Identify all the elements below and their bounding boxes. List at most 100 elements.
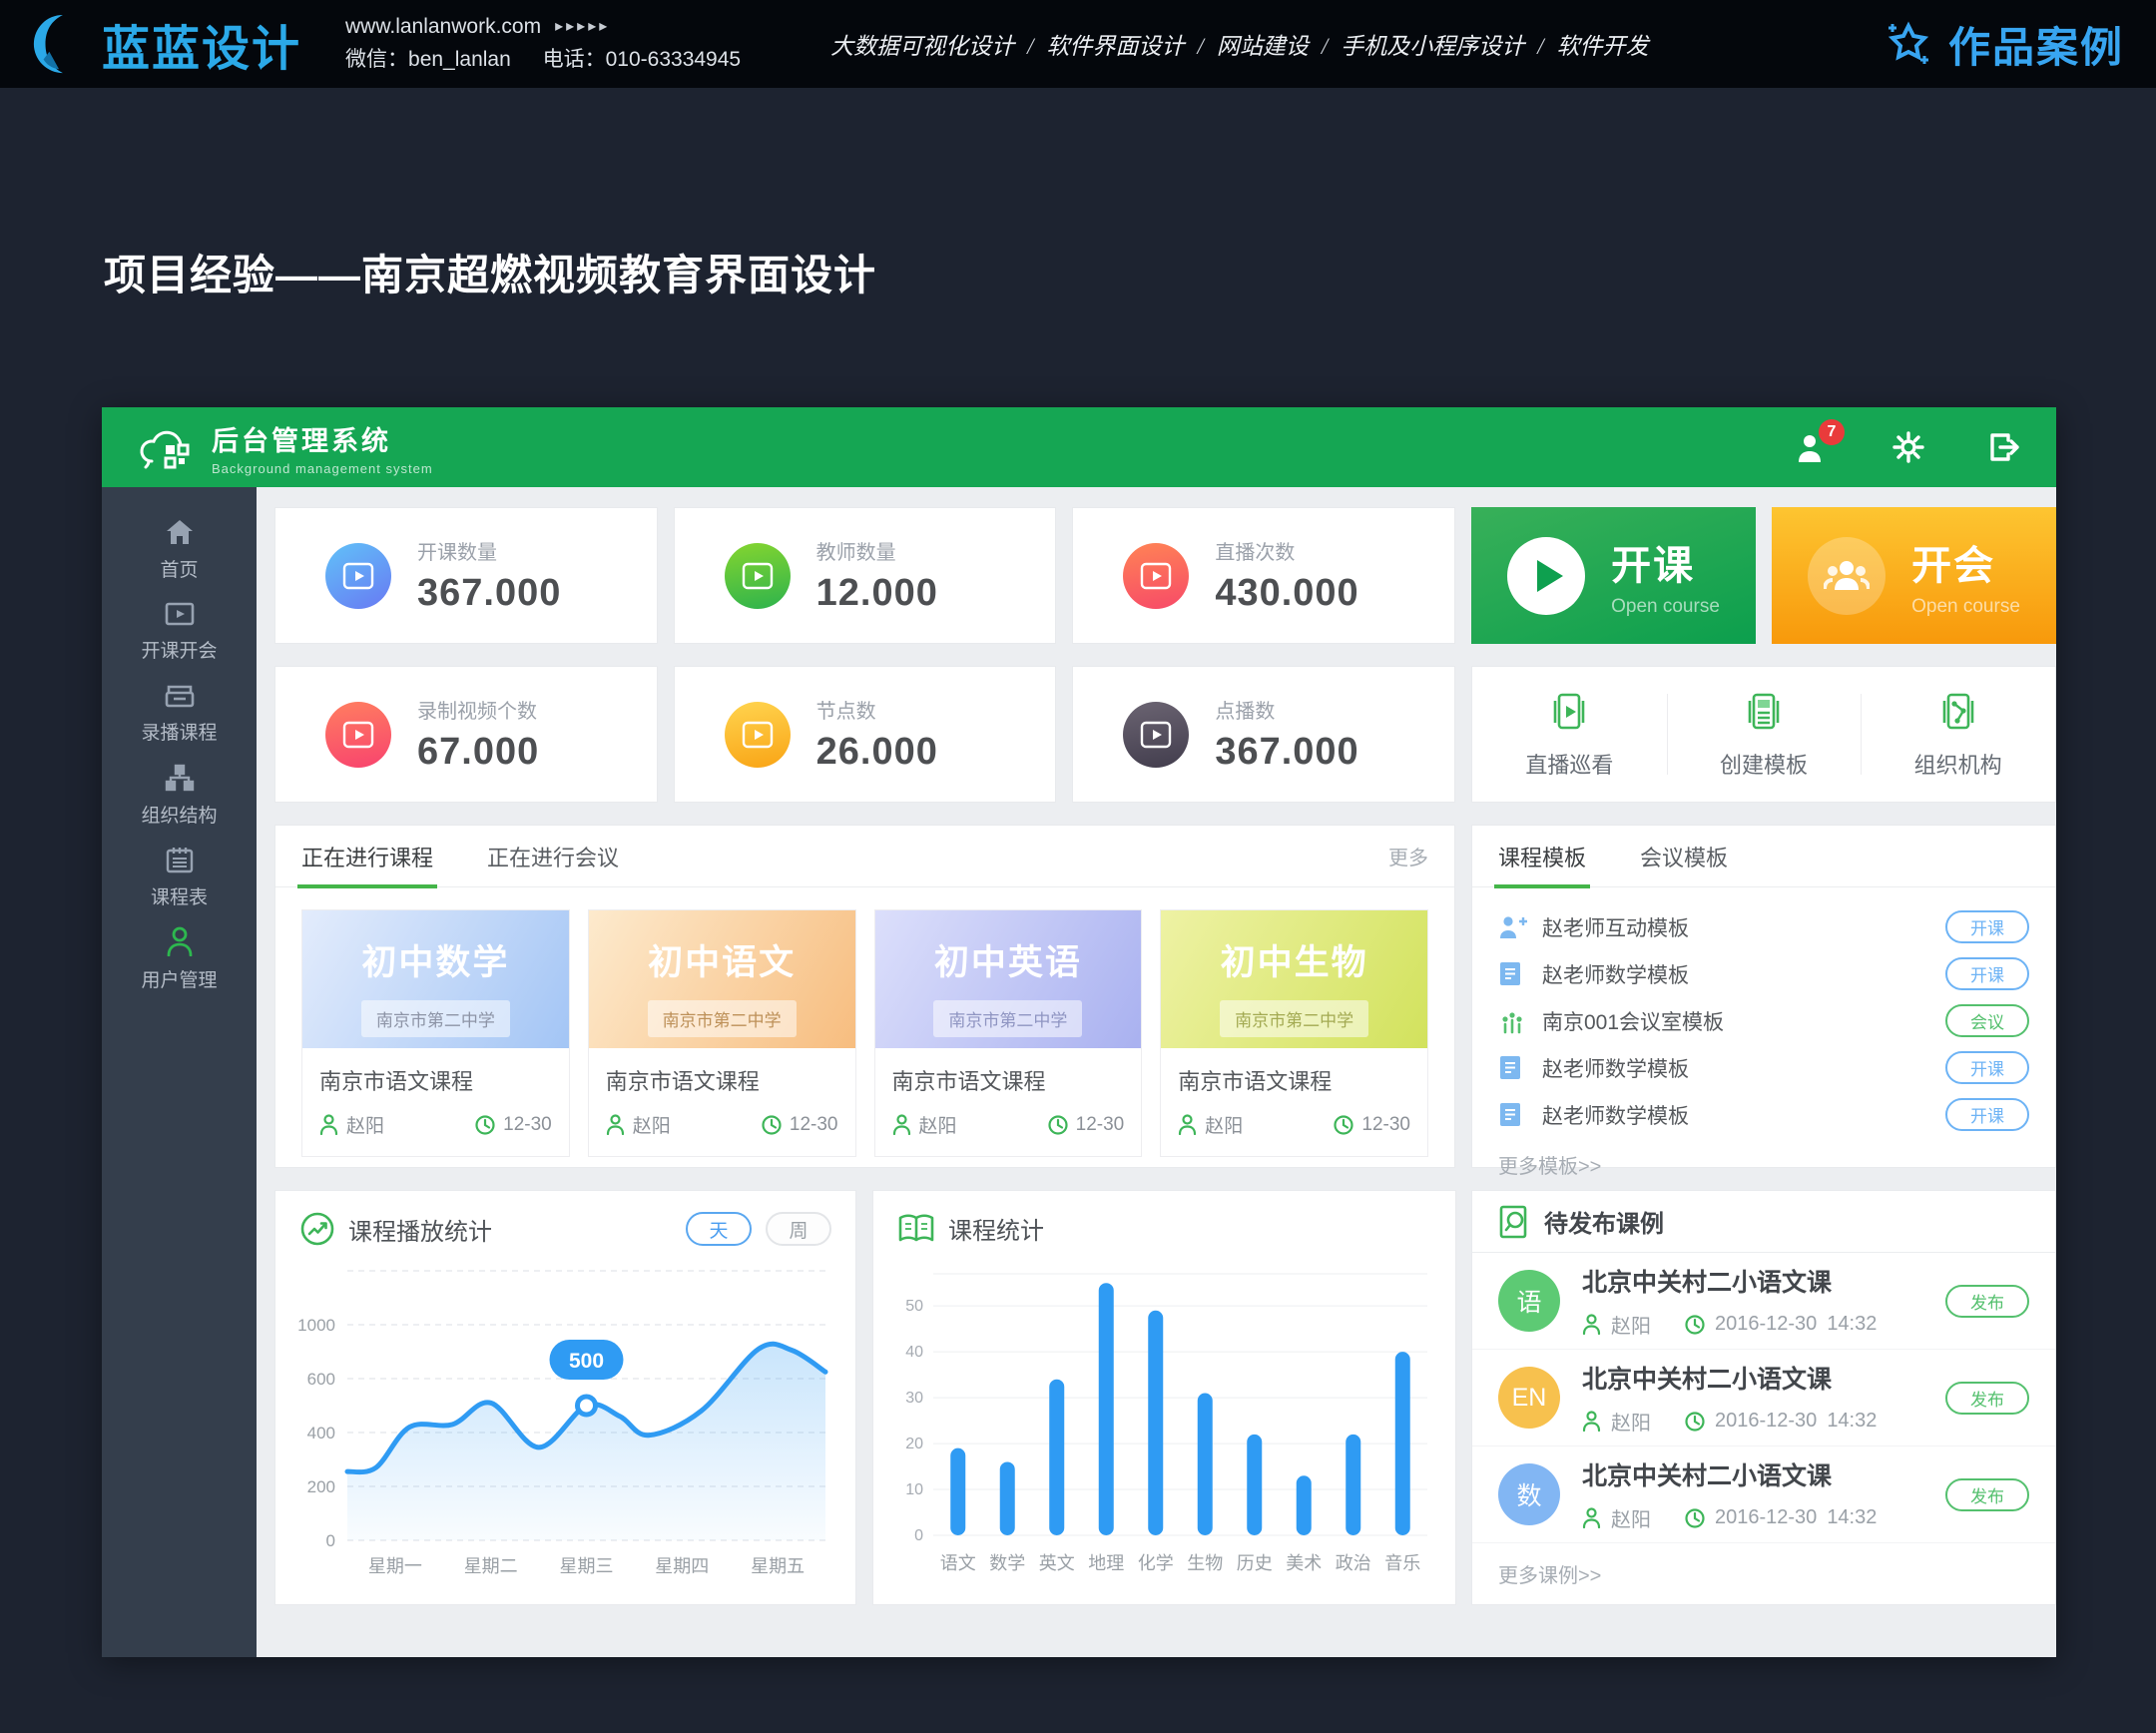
pending-doc-icon bbox=[1498, 1205, 1530, 1239]
course-card-biology[interactable]: 初中生物 南京市第二中学 南京市语文课程 赵阳 12-30 bbox=[1160, 909, 1428, 1157]
site-info: www.lanlanwork.com ▸▸▸▸▸ 微信：ben_lanlan 电… bbox=[345, 11, 767, 76]
stat-value: 367.000 bbox=[1215, 731, 1358, 774]
sidebar-item-org-structure[interactable]: 组织结构 bbox=[102, 755, 257, 837]
wechat-id: 微信：ben_lanlan bbox=[345, 48, 511, 71]
person-icon bbox=[606, 1114, 625, 1135]
create-template-link[interactable]: 创建模板 bbox=[1667, 667, 1862, 802]
stat-label: 点播数 bbox=[1215, 695, 1358, 724]
stat-card-open-courses: 开课数量 367.000 bbox=[274, 507, 658, 644]
course-time: 12-30 bbox=[503, 1114, 552, 1136]
tab-meeting-templates[interactable]: 会议模板 bbox=[1640, 826, 1728, 887]
svg-text:数学: 数学 bbox=[989, 1553, 1025, 1573]
publish-pill[interactable]: 发布 bbox=[1945, 1285, 2029, 1318]
stat-label: 录制视频个数 bbox=[417, 695, 539, 724]
sidebar: 首页 开课开会 录播课程 组织结构 bbox=[102, 487, 257, 1657]
person-icon bbox=[319, 1114, 338, 1135]
start-course-pill[interactable]: 开课 bbox=[1945, 1051, 2029, 1084]
sidebar-item-schedule[interactable]: 课程表 bbox=[102, 837, 257, 918]
course-school-badge: 南京市第二中学 bbox=[1220, 1000, 1368, 1037]
open-meeting-button[interactable]: 开会 Open course bbox=[1772, 507, 2056, 644]
play-stats-card: 课程播放统计 天 周 02004006001000星期一星期二星期三星期四星期五… bbox=[274, 1190, 856, 1605]
play-blob-icon bbox=[1507, 537, 1585, 615]
video-play-icon bbox=[725, 543, 791, 609]
courses-more-link[interactable]: 更多 bbox=[1388, 842, 1428, 870]
doc-template-icon bbox=[1498, 1054, 1532, 1081]
svg-text:地理: 地理 bbox=[1088, 1553, 1124, 1573]
bar-chart-title: 课程统计 bbox=[948, 1211, 1044, 1246]
templates-panel: 课程模板 会议模板 赵老师互动模板 开课 bbox=[1471, 825, 2056, 1168]
person-icon bbox=[1178, 1114, 1197, 1135]
video-play-icon bbox=[325, 702, 391, 768]
logout-icon[interactable] bbox=[1988, 431, 2020, 463]
service-item: 软件界面设计 bbox=[1046, 34, 1184, 59]
charts-row: 课程播放统计 天 周 02004006001000星期一星期二星期三星期四星期五… bbox=[274, 1190, 1455, 1605]
more-templates-link[interactable]: 更多模板>> bbox=[1498, 1150, 2029, 1179]
person-icon bbox=[1582, 1411, 1601, 1432]
portfolio-link[interactable]: 作品案例 bbox=[1883, 14, 2124, 75]
stat-value: 367.000 bbox=[417, 572, 561, 615]
svg-text:1000: 1000 bbox=[297, 1316, 335, 1335]
publish-pill[interactable]: 发布 bbox=[1945, 1478, 2029, 1511]
sidebar-item-home[interactable]: 首页 bbox=[102, 509, 257, 591]
stat-card-teachers: 教师数量 12.000 bbox=[674, 507, 1057, 644]
toggle-week[interactable]: 周 bbox=[766, 1212, 831, 1246]
quick-link-label: 直播巡看 bbox=[1525, 748, 1613, 780]
tab-ongoing-courses[interactable]: 正在进行课程 bbox=[301, 826, 433, 887]
course-school-badge: 南京市第二中学 bbox=[361, 1000, 510, 1037]
template-row: 赵老师数学模板 开课 bbox=[1498, 1044, 2029, 1091]
service-item: 网站建设 bbox=[1217, 34, 1309, 59]
course-card-chinese[interactable]: 初中语文 南京市第二中学 南京市语文课程 赵阳 12-30 bbox=[588, 909, 856, 1157]
organization-link[interactable]: 组织机构 bbox=[1861, 667, 2055, 802]
svg-text:10: 10 bbox=[905, 1481, 923, 1498]
svg-text:20: 20 bbox=[905, 1436, 923, 1452]
quick-link-label: 创建模板 bbox=[1720, 748, 1808, 780]
pending-time: 14:32 bbox=[1827, 1506, 1877, 1529]
sidebar-item-meetings[interactable]: 开课开会 bbox=[102, 591, 257, 673]
svg-text:星期三: 星期三 bbox=[560, 1556, 614, 1576]
open-meeting-sublabel: Open course bbox=[1911, 596, 2020, 618]
dashboard-screenshot: 后台管理系统 Background management system 7 bbox=[102, 407, 2056, 1657]
user-plus-icon bbox=[1498, 914, 1532, 940]
service-separator: / bbox=[1027, 34, 1033, 59]
line-chart-title: 课程播放统计 bbox=[348, 1212, 492, 1247]
start-course-pill[interactable]: 开课 bbox=[1945, 910, 2029, 943]
page-title: 项目经验——南京超燃视频教育界面设计 bbox=[104, 242, 876, 302]
stat-label: 教师数量 bbox=[816, 536, 938, 565]
meeting-pill[interactable]: 会议 bbox=[1945, 1004, 2029, 1037]
pending-date: 2016-12-30 bbox=[1715, 1506, 1817, 1529]
video-play-icon bbox=[1123, 543, 1189, 609]
courses-panel: 正在进行课程 正在进行会议 更多 初中数学 南京市第二中学 南京市语文课程 赵 bbox=[274, 825, 1455, 1168]
course-stats-card: 课程统计 01020304050语文数学英文地理化学生物历史美术政治音乐 bbox=[872, 1190, 1456, 1605]
course-title: 初中生物 bbox=[1221, 934, 1368, 985]
pending-lesson-title: 北京中关村二小语文课 bbox=[1582, 1263, 1877, 1299]
toggle-day[interactable]: 天 bbox=[686, 1212, 752, 1246]
svg-text:美术: 美术 bbox=[1286, 1553, 1322, 1573]
start-course-pill[interactable]: 开课 bbox=[1945, 1098, 2029, 1131]
website-url: www.lanlanwork.com bbox=[345, 11, 541, 44]
line-chart-icon bbox=[299, 1211, 335, 1247]
tab-ongoing-meetings[interactable]: 正在进行会议 bbox=[487, 826, 619, 887]
open-course-button[interactable]: 开课 Open course bbox=[1471, 507, 1756, 644]
user-notification-icon[interactable]: 7 bbox=[1795, 431, 1829, 463]
svg-text:200: 200 bbox=[307, 1477, 335, 1496]
start-course-pill[interactable]: 开课 bbox=[1945, 957, 2029, 990]
gear-icon[interactable] bbox=[1892, 431, 1924, 463]
live-view-link[interactable]: 直播巡看 bbox=[1472, 667, 1667, 802]
video-play-icon bbox=[325, 543, 391, 609]
pending-teacher: 赵阳 bbox=[1611, 1310, 1651, 1339]
publish-pill[interactable]: 发布 bbox=[1945, 1382, 2029, 1415]
course-card-english[interactable]: 初中英语 南京市第二中学 南京市语文课程 赵阳 12-30 bbox=[874, 909, 1143, 1157]
sidebar-item-user-management[interactable]: 用户管理 bbox=[102, 918, 257, 1000]
service-item: 大数据可视化设计 bbox=[830, 34, 1014, 59]
stat-label: 直播次数 bbox=[1215, 536, 1358, 565]
template-row: 南京001会议室模板 会议 bbox=[1498, 997, 2029, 1044]
course-time: 12-30 bbox=[790, 1114, 838, 1136]
pending-row: EN 北京中关村二小语文课 赵阳 2016-12-3014:32 发布 bbox=[1472, 1350, 2055, 1446]
sidebar-item-recorded-courses[interactable]: 录播课程 bbox=[102, 673, 257, 755]
course-card-math[interactable]: 初中数学 南京市第二中学 南京市语文课程 赵阳 12-30 bbox=[301, 909, 570, 1157]
course-stats-bar-chart: 01020304050语文数学英文地理化学生物历史美术政治音乐 bbox=[887, 1254, 1441, 1583]
more-lessons-link[interactable]: 更多课例>> bbox=[1472, 1543, 2055, 1604]
tab-course-templates[interactable]: 课程模板 bbox=[1498, 826, 1586, 887]
pending-teacher: 赵阳 bbox=[1611, 1407, 1651, 1436]
stat-value: 430.000 bbox=[1215, 572, 1358, 615]
